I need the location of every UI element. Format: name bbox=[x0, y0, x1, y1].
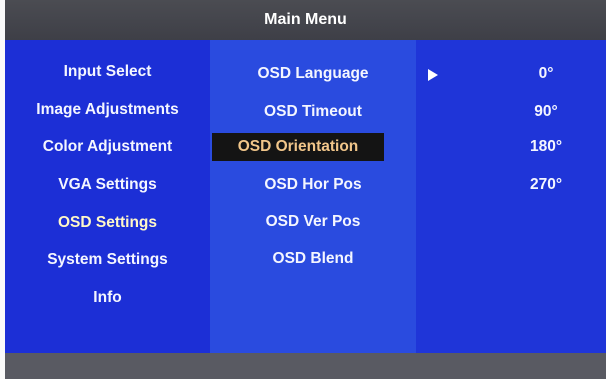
menu-item-vga-settings[interactable]: VGA Settings bbox=[5, 173, 210, 197]
menu-item-color-adjustment[interactable]: Color Adjustment bbox=[5, 135, 210, 159]
osd-item-language[interactable]: OSD Language bbox=[210, 62, 416, 86]
menu-title: Main Menu bbox=[264, 11, 347, 28]
menu-item-input-select[interactable]: Input Select bbox=[5, 60, 210, 84]
menu-item-info[interactable]: Info bbox=[5, 286, 210, 310]
osd-item-blend[interactable]: OSD Blend bbox=[210, 247, 416, 271]
status-bar bbox=[5, 353, 606, 379]
osd-item-ver-pos[interactable]: OSD Ver Pos bbox=[210, 210, 416, 234]
menu-item-system-settings[interactable]: System Settings bbox=[5, 248, 210, 272]
osd-item-orientation[interactable]: OSD Orientation bbox=[212, 135, 384, 159]
play-arrow-icon bbox=[428, 69, 438, 81]
menu-item-osd-settings[interactable]: OSD Settings bbox=[5, 211, 210, 235]
menu-item-image-adjustments[interactable]: Image Adjustments bbox=[5, 98, 210, 122]
orientation-option-0[interactable]: 0° bbox=[516, 62, 576, 86]
osd-item-timeout[interactable]: OSD Timeout bbox=[210, 100, 416, 124]
orientation-option-270[interactable]: 270° bbox=[516, 173, 576, 197]
title-bar: Main Menu bbox=[5, 0, 606, 40]
orientation-option-90[interactable]: 90° bbox=[516, 100, 576, 124]
osd-settings-panel: OSD Language OSD Timeout OSD Orientation… bbox=[210, 40, 416, 353]
monitor-osd-screen: Main Menu Input Select Image Adjustments… bbox=[5, 0, 606, 379]
osd-item-hor-pos[interactable]: OSD Hor Pos bbox=[210, 173, 416, 197]
main-categories-panel: Input Select Image Adjustments Color Adj… bbox=[5, 40, 210, 353]
orientation-option-180[interactable]: 180° bbox=[516, 135, 576, 159]
orientation-options-panel: 0° 90° 180° 270° bbox=[416, 40, 606, 353]
